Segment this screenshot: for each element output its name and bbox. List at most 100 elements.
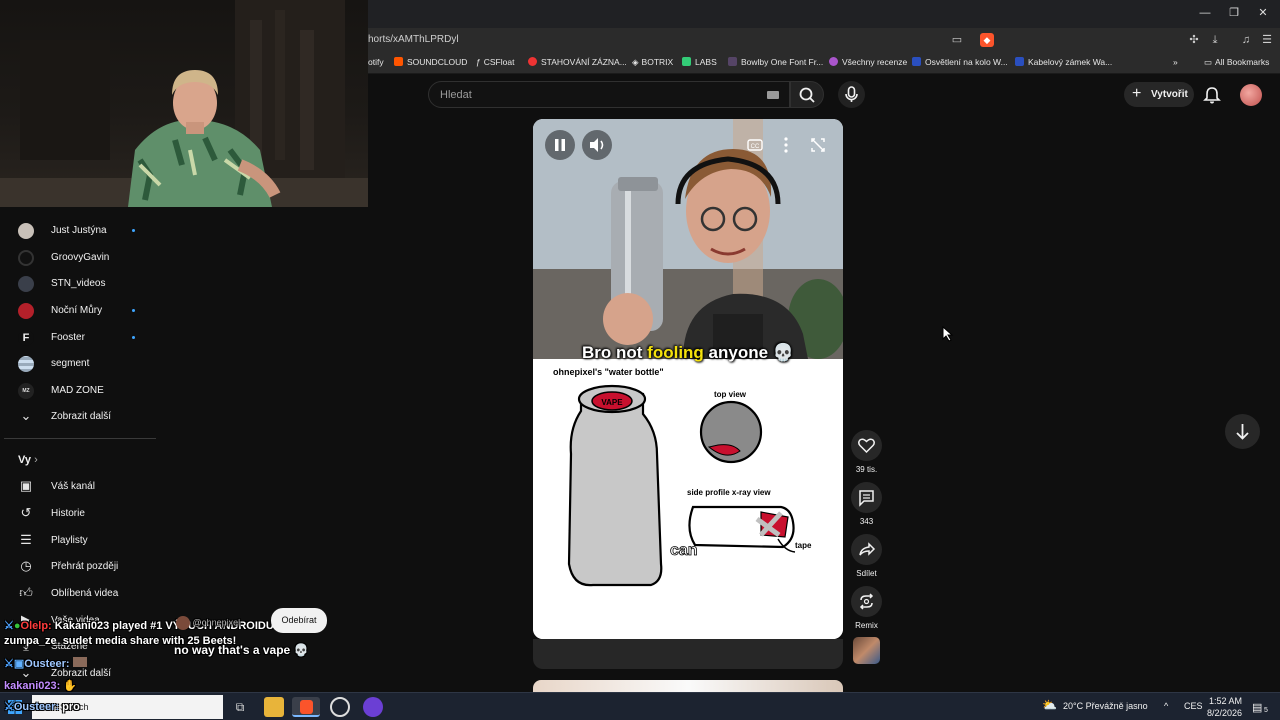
chat-message-kakani: kakani023: ✋ <box>4 680 78 692</box>
chevron-down-icon: ⌄ <box>20 408 32 423</box>
shop-icon <box>1015 57 1024 66</box>
sidebar-item-your-channel[interactable]: ▣ Váš kanál <box>10 475 160 499</box>
tape-label: tape <box>795 541 812 550</box>
new-content-dot <box>132 336 135 339</box>
download-icon[interactable]: ⤓ <box>1208 33 1222 47</box>
remix-label: Remix <box>855 621 878 630</box>
voice-search-button[interactable] <box>838 81 865 108</box>
close-icon[interactable]: ✕ <box>1256 6 1270 20</box>
channel-avatar: F <box>18 330 34 346</box>
bookmark-zamek[interactable]: Kabelový zámek Wa... <box>1015 57 1112 67</box>
csfloat-icon: ƒ <box>476 57 481 67</box>
comment-count: 343 <box>859 517 874 526</box>
drawing-title: ohnepixel's "water bottle" <box>553 367 664 377</box>
search-input[interactable]: Hledat <box>428 81 790 108</box>
clock-time[interactable]: 1:52 AM <box>1209 696 1242 706</box>
drawing-canvas: ohnepixel's "water bottle" VAPE top view… <box>553 367 812 587</box>
chat-message-ousteer: ⚔▣Ousteer: <box>4 657 87 670</box>
history-icon: ↺ <box>20 505 32 520</box>
sound-thumbnail[interactable] <box>853 637 880 664</box>
bookmark-soundcloud[interactable]: SOUNDCLOUD <box>394 57 467 67</box>
share-icon <box>859 542 876 556</box>
sidebar-divider <box>4 438 156 439</box>
pause-button[interactable] <box>545 130 575 160</box>
bookmark-stahovani[interactable]: STAHOVÁNÍ ZÁZNA... <box>528 57 627 67</box>
channel-avatar <box>18 250 34 266</box>
weather-icon[interactable]: ⛅ <box>1042 698 1057 712</box>
next-video-button[interactable] <box>1225 414 1260 449</box>
media-icon[interactable]: ♫ <box>1239 33 1253 47</box>
brave-browser-icon[interactable] <box>292 697 320 717</box>
share-button[interactable] <box>851 534 882 565</box>
shorts-video-player[interactable]: CC ohnepixel's "water bottle" VAPE top v… <box>533 119 843 639</box>
sidebar-item-just-justyna[interactable]: Just Justýna <box>10 219 160 243</box>
comments-button[interactable] <box>851 482 882 513</box>
extensions-icon[interactable]: ✣ <box>1187 33 1201 47</box>
bookmark-botrix[interactable]: ◈ BOTRIX <box>632 57 673 68</box>
bookmark-recenze[interactable]: Všechny recenze <box>829 57 907 67</box>
avatar[interactable] <box>1240 84 1262 106</box>
bookmark-osvetleni[interactable]: Osvětlení na kolo W... <box>912 57 1008 67</box>
sidebar-show-more[interactable]: ⌄ Zobrazit další <box>10 405 160 429</box>
minimize-icon[interactable]: — <box>1198 6 1212 20</box>
channel-avatar <box>18 356 34 372</box>
sidebar-item-nocni-mury[interactable]: Noční Můry <box>10 299 160 323</box>
like-count: 39 tis. <box>855 465 878 474</box>
subscribe-button[interactable]: Odebírat <box>271 608 327 633</box>
notification-icon[interactable]: ▤ <box>1252 701 1262 714</box>
create-button[interactable]: + Vytvořit <box>1124 82 1194 107</box>
emote-icon: ✋ <box>63 680 78 692</box>
svg-text:CC: CC <box>751 144 760 150</box>
side-view-label: side profile x-ray view <box>687 488 771 497</box>
streaming-app-icon[interactable] <box>363 697 383 717</box>
sword-badge-icon: ⚔ <box>4 701 14 713</box>
restore-icon[interactable]: ❐ <box>1227 6 1241 20</box>
bell-icon[interactable] <box>1203 86 1221 104</box>
sidebar-item-playlists[interactable]: ☰ Playlisty <box>10 529 160 553</box>
bookmark-labs[interactable]: LABS <box>682 57 717 67</box>
more-options-button[interactable] <box>771 130 801 160</box>
remix-button[interactable] <box>851 586 882 617</box>
chevron-up-icon[interactable]: ^ <box>1164 701 1168 711</box>
sidebar-item-stn-videos[interactable]: STN_videos <box>10 272 160 296</box>
search-placeholder: Hledat <box>440 89 472 101</box>
steam-icon[interactable] <box>330 697 350 717</box>
comment-icon <box>859 490 874 507</box>
soundcloud-icon <box>394 57 403 66</box>
cast-icon[interactable]: ▭ <box>950 33 964 47</box>
all-bookmarks[interactable]: ▭ All Bookmarks <box>1204 57 1269 68</box>
url-text[interactable]: horts/xAMThLPRDyl <box>368 34 459 45</box>
sidebar-section-you[interactable]: Vy › <box>18 454 38 466</box>
sidebar-item-fooster[interactable]: F Fooster <box>10 326 160 350</box>
sidebar-item-segment[interactable]: segment <box>10 352 160 376</box>
pause-icon <box>555 139 565 151</box>
brave-shield-icon[interactable]: ◆ <box>980 33 994 47</box>
bookmark-bowlby[interactable]: Bowlby One Font Fr... <box>728 57 823 67</box>
next-short-preview[interactable] <box>533 680 843 692</box>
weather-text[interactable]: 20°C Převážně jasno <box>1063 701 1148 711</box>
sidebar-item-liked-videos[interactable]: 👍︎ Oblíbená videa <box>10 582 160 606</box>
search-button[interactable] <box>790 81 824 108</box>
search-icon <box>799 87 815 103</box>
clock-date[interactable]: 8/2/2026 <box>1207 708 1242 718</box>
botrix-icon: ◈ <box>632 57 639 67</box>
volume-button[interactable] <box>582 130 612 160</box>
keyboard-icon[interactable] <box>767 91 779 99</box>
font-icon <box>728 57 737 66</box>
more-vert-icon <box>784 137 788 153</box>
bookmark-csfloat[interactable]: ƒ CSFloat <box>476 57 514 67</box>
language-indicator[interactable]: CES <box>1184 701 1203 711</box>
sidebar-item-watch-later[interactable]: ◷ Přehrát později <box>10 555 160 579</box>
chevron-right-icon[interactable]: » <box>1173 57 1178 67</box>
sidebar-item-mad-zone[interactable]: MZ MAD ZONE <box>10 379 160 403</box>
menu-icon[interactable]: ☰ <box>1260 33 1274 47</box>
like-button[interactable] <box>851 430 882 461</box>
file-explorer-icon[interactable] <box>264 697 284 717</box>
captions-button[interactable]: CC <box>740 130 770 160</box>
bookmark-spotify[interactable]: otify <box>368 57 384 67</box>
sidebar-item-history[interactable]: ↺ Historie <box>10 502 160 526</box>
sidebar-item-groovygavin[interactable]: GroovyGavin <box>10 246 160 270</box>
task-view-icon[interactable]: ⧉ <box>230 697 250 717</box>
fullscreen-button[interactable] <box>803 130 833 160</box>
windows-taskbar: ⌕ Search ⧉ ⛅ 20°C Převážně jasno ^ CES 1… <box>0 692 1280 720</box>
